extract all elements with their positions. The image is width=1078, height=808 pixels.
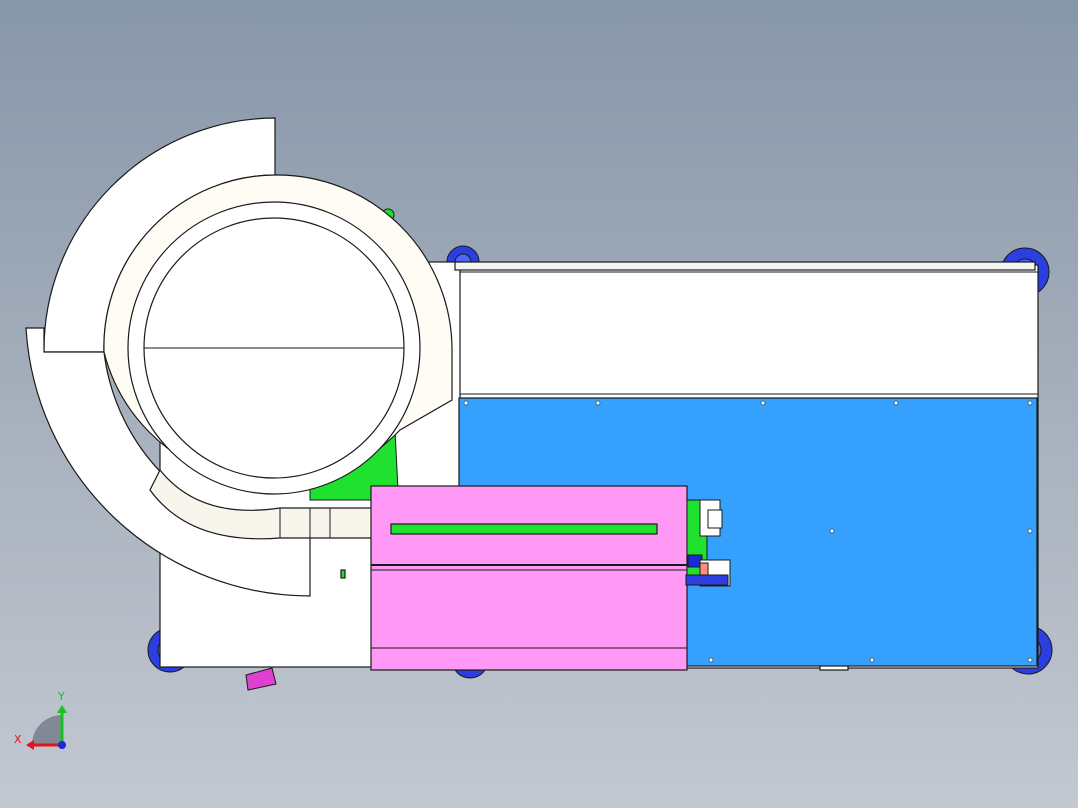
cad-drawing[interactable]: X Y (0, 0, 1078, 808)
frame-top-rail (454, 261, 1036, 271)
x-axis-label: X (14, 733, 22, 746)
cover-green-slot (390, 523, 658, 535)
coordinate-triad: X Y (14, 690, 67, 750)
y-axis-label: Y (57, 690, 65, 703)
pink-protective-cover (370, 485, 688, 671)
triad-sector (32, 715, 62, 745)
z-axis-dot (58, 741, 66, 749)
motor-stub (245, 667, 277, 691)
cad-viewport[interactable]: X Y (0, 0, 1078, 808)
